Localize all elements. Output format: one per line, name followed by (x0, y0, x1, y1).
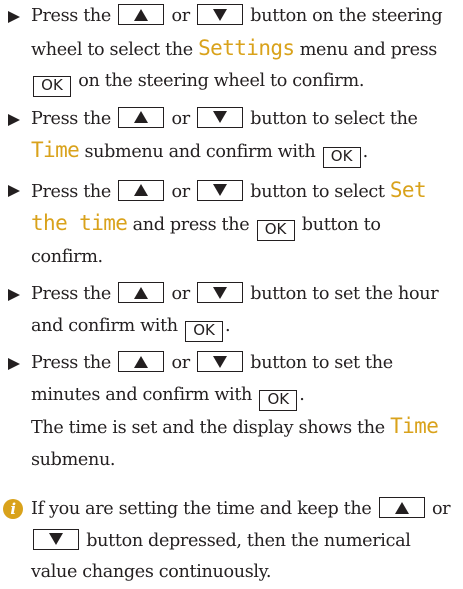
step-text: or (171, 108, 190, 129)
step-text: menu and press (299, 39, 438, 60)
step-text: button to select (250, 181, 385, 202)
step-1: Press the or button on the steering whee… (0, 1, 463, 98)
up-arrow-key-icon (378, 497, 425, 518)
triangle-right-icon (8, 289, 20, 301)
step-text: . (362, 142, 369, 162)
step-4: Press the or button to set the hour and … (0, 279, 463, 342)
step-text: Press the (31, 353, 111, 373)
note-text: button depressed, then the numerical val… (31, 530, 411, 583)
down-arrow-key-icon (197, 106, 244, 128)
result-text: submenu. (31, 449, 116, 470)
up-arrow-key-icon (118, 282, 165, 303)
step-text: or (171, 181, 190, 202)
result-text: The time is set and the display shows th… (31, 418, 385, 438)
ok-key: OK (322, 147, 361, 168)
up-arrow-key-icon (118, 106, 165, 128)
step-text: on the steering wheel to confirm. (78, 71, 365, 91)
step-text: submenu and confirm with (84, 142, 316, 162)
step-text: Press the (31, 181, 111, 202)
up-arrow-key-icon (118, 4, 165, 25)
down-arrow-key-icon (197, 282, 244, 303)
ok-key: OK (259, 389, 298, 411)
step-5: Press the or button to set the minutes a… (0, 348, 463, 476)
step-text: . (225, 315, 231, 336)
triangle-right-icon (8, 11, 20, 23)
ok-key: OK (256, 220, 295, 241)
step-text: button to select the (250, 108, 418, 129)
display-text-time: Time (31, 138, 80, 162)
instruction-page: Press the or button on the steering whee… (0, 0, 463, 589)
step-text: or (171, 353, 190, 373)
step-text: or (171, 284, 190, 304)
note-text: or (431, 499, 451, 519)
ok-key: OK (33, 76, 71, 97)
triangle-right-icon (8, 113, 20, 126)
step-text: and press the (132, 215, 250, 235)
step-text: . (299, 384, 305, 405)
step-2: Press the or button to select the Time s… (0, 104, 463, 169)
step-3: Press the or button to select Set the ti… (0, 175, 463, 274)
step-text: Press the (31, 6, 111, 26)
triangle-right-icon (8, 358, 20, 370)
info-note: i If you are setting the time and keep t… (0, 494, 463, 589)
down-arrow-key-icon (197, 4, 244, 25)
display-text-time: Time (390, 414, 439, 438)
note-text: If you are setting the time and keep the (31, 499, 372, 519)
down-arrow-key-icon (33, 528, 79, 550)
up-arrow-key-icon (118, 351, 165, 372)
display-text-settings: Settings (198, 35, 295, 60)
step-text: Press the (31, 284, 111, 304)
down-arrow-key-icon (197, 179, 244, 201)
down-arrow-key-icon (197, 351, 244, 372)
info-icon: i (3, 499, 23, 519)
ok-key: OK (185, 320, 224, 342)
step-text: Press the (31, 108, 111, 129)
step-text: or (171, 6, 190, 26)
up-arrow-key-icon (118, 179, 165, 201)
triangle-right-icon (8, 184, 20, 197)
